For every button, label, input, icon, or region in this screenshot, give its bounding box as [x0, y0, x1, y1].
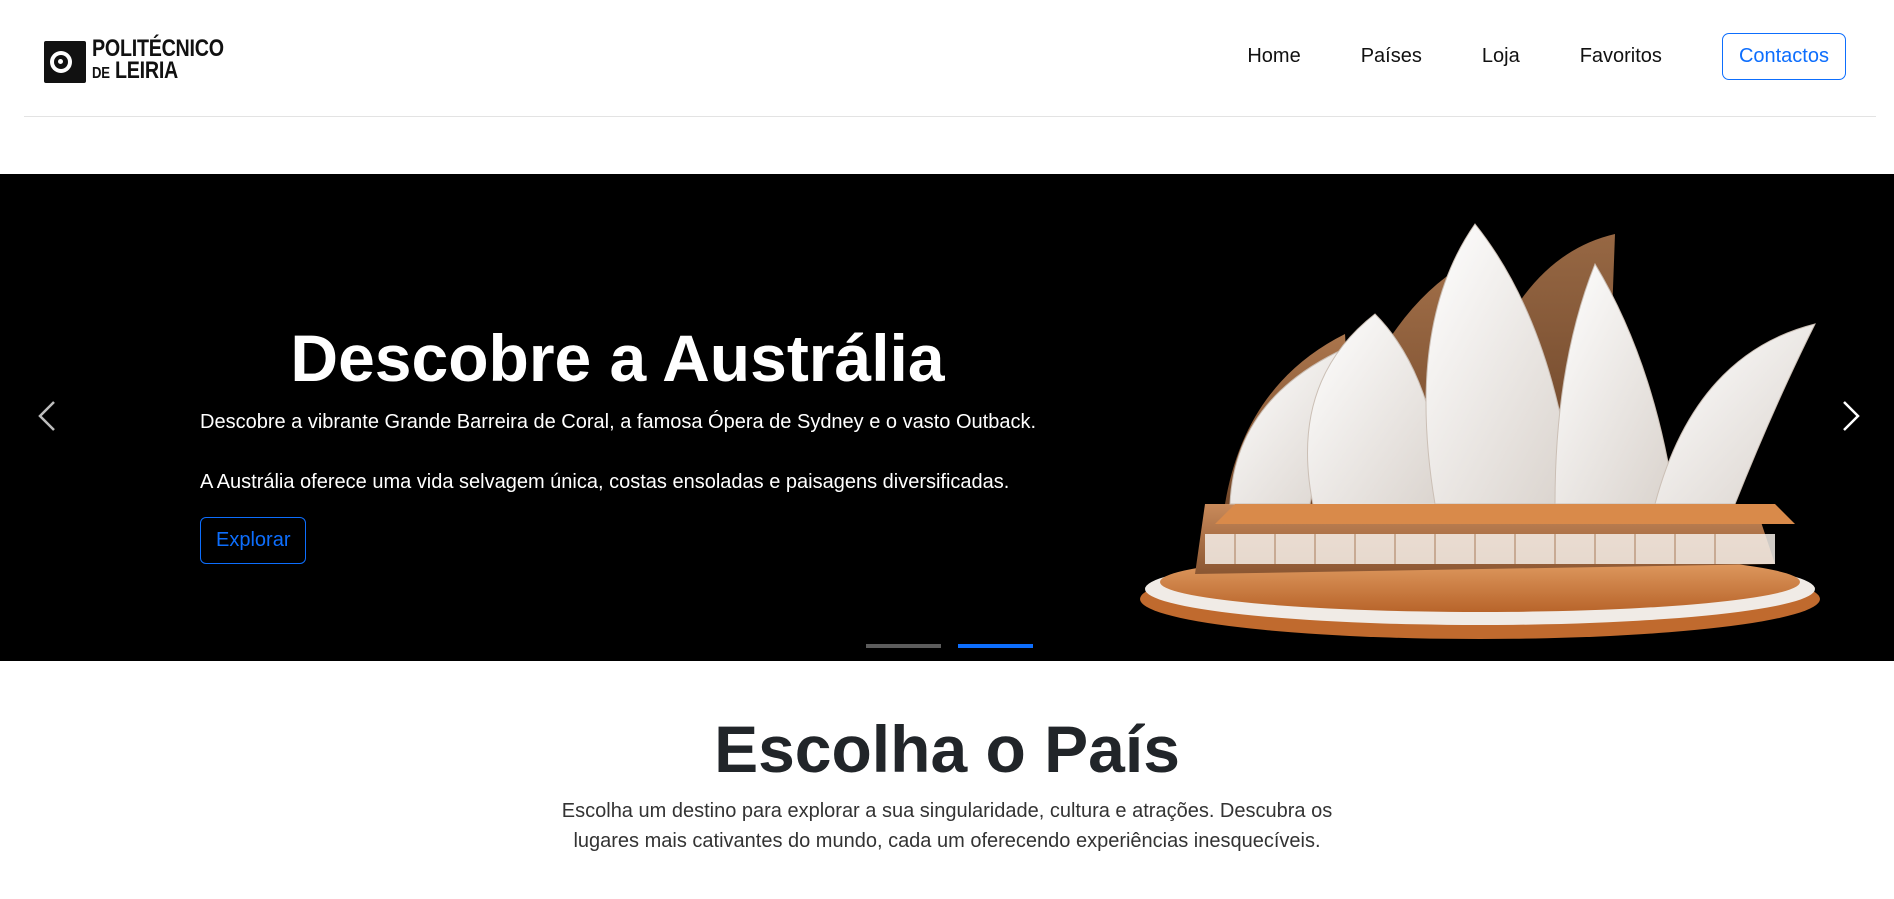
hero-carousel: Descobre a Austrália Descobre a vibrante…	[0, 174, 1894, 661]
hero-title: Descobre a Austrália	[290, 321, 945, 395]
logo-leiria: LEIRIA	[114, 57, 179, 84]
logo-text: POLITÉCNICO DE LEIRIA	[92, 37, 224, 85]
logo-de: DE	[92, 65, 110, 82]
nav-favoritos[interactable]: Favoritos	[1580, 45, 1662, 68]
section-description: Escolha um destino para explorar a sua s…	[561, 800, 1333, 852]
nav-paises[interactable]: Países	[1361, 45, 1422, 68]
nav-loja[interactable]: Loja	[1482, 45, 1520, 68]
carousel-indicators	[866, 644, 1033, 648]
sydney-opera-house-image	[1140, 223, 1820, 639]
logo-line2: DE LEIRIA	[92, 57, 224, 85]
carousel-next-arrow-icon[interactable]	[1830, 396, 1870, 436]
section-title: Escolha o País	[714, 712, 1180, 786]
hero-text-1: Descobre a vibrante Grande Barreira de C…	[200, 411, 1036, 433]
carousel-indicator-1[interactable]	[866, 644, 941, 648]
main-nav: Home Países Loja Favoritos Contactos	[1247, 33, 1876, 80]
carousel-prev-arrow-icon[interactable]	[28, 396, 68, 436]
nav-home[interactable]: Home	[1247, 45, 1300, 68]
logo-mark-icon	[44, 40, 86, 83]
hero-text-2: A Austrália oferece uma vida selvagem ún…	[200, 471, 1010, 493]
contactos-button[interactable]: Contactos	[1721, 33, 1846, 80]
politecnico-logo[interactable]: POLITÉCNICO DE LEIRIA	[44, 37, 253, 85]
explorar-button[interactable]: Explorar	[200, 517, 307, 564]
carousel-indicator-2[interactable]	[958, 644, 1033, 648]
navbar: POLITÉCNICO DE LEIRIA Home Países Loja F…	[24, 0, 1876, 117]
